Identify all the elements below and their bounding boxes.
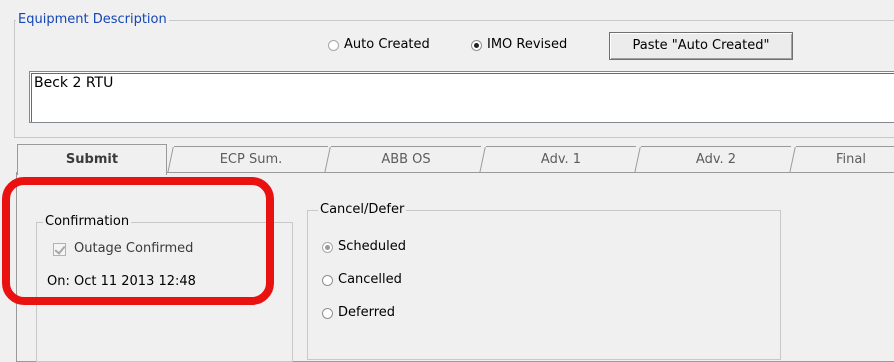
radio-deferred[interactable]: Deferred xyxy=(322,305,395,322)
tab-adv-2[interactable]: Adv. 2 xyxy=(641,146,791,173)
confirmation-label: Confirmation xyxy=(43,214,132,230)
radio-auto-created[interactable]: Auto Created xyxy=(328,37,430,54)
tab-ecp-sum[interactable]: ECP Sum. xyxy=(174,146,328,173)
tab-adv-1[interactable]: Adv. 1 xyxy=(486,146,636,173)
radio-scheduled-label: Scheduled xyxy=(338,239,406,254)
radio-deferred-icon[interactable] xyxy=(322,307,333,319)
outage-confirmed-checkbox[interactable] xyxy=(53,242,66,256)
cancel-defer-label: Cancel/Defer xyxy=(318,202,407,218)
radio-auto-created-label: Auto Created xyxy=(344,37,430,52)
radio-scheduled[interactable]: Scheduled xyxy=(322,239,406,256)
outage-confirmed-label: Outage Confirmed xyxy=(74,241,194,256)
equipment-description-value: Beck 2 RTU xyxy=(34,75,114,91)
radio-scheduled-icon[interactable] xyxy=(322,241,333,253)
radio-auto-created-icon[interactable] xyxy=(328,39,339,51)
radio-cancelled-icon[interactable] xyxy=(322,274,333,286)
radio-imo-revised-label: IMO Revised xyxy=(487,37,568,52)
equipment-description-label: Equipment Description xyxy=(16,12,169,28)
radio-imo-revised-icon[interactable] xyxy=(471,39,482,51)
radio-cancelled-label: Cancelled xyxy=(338,272,402,287)
radio-imo-revised[interactable]: IMO Revised xyxy=(471,37,567,54)
tab-final[interactable]: Final xyxy=(796,146,894,173)
tab-submit[interactable]: Submit xyxy=(17,144,167,175)
outage-confirmed-checkbox-row[interactable]: Outage Confirmed xyxy=(53,241,193,258)
radio-cancelled[interactable]: Cancelled xyxy=(322,272,402,289)
confirmation-timestamp: On: Oct 11 2013 12:48 xyxy=(47,274,196,289)
tab-abb-os[interactable]: ABB OS xyxy=(331,146,481,173)
tab-divider xyxy=(167,147,174,173)
paste-auto-created-button[interactable]: Paste "Auto Created" xyxy=(609,32,793,60)
radio-deferred-label: Deferred xyxy=(338,305,396,320)
equipment-description-field[interactable]: Beck 2 RTU xyxy=(29,71,894,123)
